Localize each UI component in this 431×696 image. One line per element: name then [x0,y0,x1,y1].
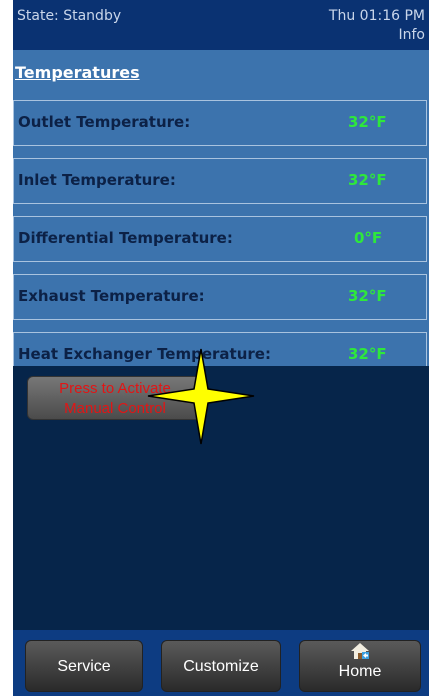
service-label: Service [57,658,111,675]
date-time: Thu 01:16 PM [328,8,425,24]
home-button[interactable]: Home [299,640,421,692]
section-title: Temperatures [15,63,140,82]
system-state: State: Standby [17,8,122,24]
temp-row-differential: Differential Temperature: 0°F [13,216,427,262]
hmi-screen: State: Standby Thu 01:16 PM Info Tempera… [13,0,429,696]
info-button[interactable]: Info [399,27,426,43]
temp-label: Differential Temperature: [18,229,233,247]
star-marker-icon [147,348,255,445]
temperatures-panel: Temperatures Outlet Temperature: 32°F In… [13,50,429,366]
status-bar: State: Standby Thu 01:16 PM Info [13,0,429,50]
temp-row-outlet: Outlet Temperature: 32°F [13,100,427,146]
service-button[interactable]: Service [25,640,143,692]
temp-row-exhaust: Exhaust Temperature: 32°F [13,274,427,320]
temp-row-inlet: Inlet Temperature: 32°F [13,158,427,204]
temp-value: 32°F [348,345,387,363]
footer-nav: Service Customize Home [13,630,429,696]
temp-value: 32°F [348,171,387,189]
home-label: Home [338,663,382,680]
home-icon [351,643,369,659]
temp-value: 32°F [348,287,387,305]
temp-value: 32°F [348,113,387,131]
temp-label: Outlet Temperature: [18,113,191,131]
temp-label: Exhaust Temperature: [18,287,205,305]
temp-value: 0°F [354,229,383,247]
temp-label: Inlet Temperature: [18,171,176,189]
customize-button[interactable]: Customize [161,640,281,692]
customize-label: Customize [183,658,259,675]
